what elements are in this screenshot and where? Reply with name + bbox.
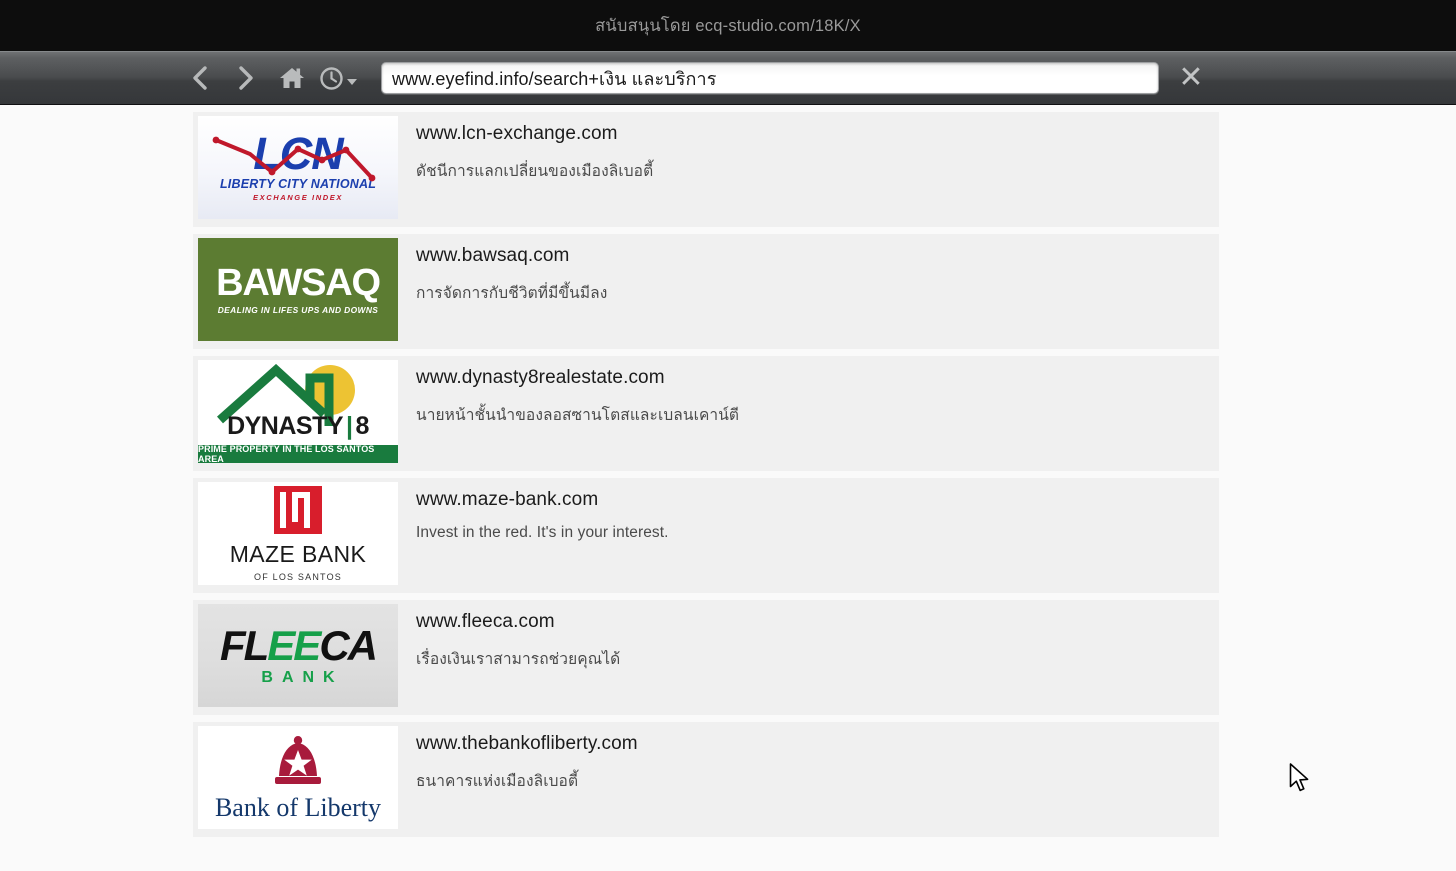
result-text: www.dynasty8realestate.com นายหน้าชั้นนำ…: [416, 356, 739, 427]
bawsaq-tagline: DEALING IN LIFES UPS AND DOWNS: [217, 305, 379, 315]
close-icon: ✕: [1178, 61, 1204, 94]
forward-button[interactable]: [224, 58, 268, 98]
chevron-left-icon: [190, 65, 210, 91]
result-thumbnail-fleeca: FLEECA BANK: [198, 604, 398, 707]
sponsor-bar: สนับสนุนโดย ecq-studio.com/18K/X: [0, 0, 1456, 51]
result-text: www.maze-bank.com Invest in the red. It'…: [416, 478, 669, 542]
result-description: นายหน้าชั้นนำของลอสซานโตสและเบลนเคาน์ตี: [416, 407, 740, 424]
result-description: ธนาคารแห่งเมืองลิเบอตี้: [416, 773, 579, 790]
trend-line-icon: [212, 136, 376, 182]
url-input[interactable]: www.eyefind.info/search+เงิน และบริการ: [392, 64, 717, 93]
result-thumbnail-bawsaq: BAWSAQ DEALING IN LIFES UPS AND DOWNS: [198, 238, 398, 341]
result-thumbnail-bank-of-liberty: Bank of Liberty: [198, 726, 398, 829]
fleeca-tagline: BANK: [261, 668, 344, 686]
result-thumbnail-maze-bank: MAZE BANK OF LOS SANTOS: [198, 482, 398, 585]
result-url[interactable]: www.lcn-exchange.com: [416, 123, 653, 145]
result-text: www.fleeca.com เรื่องเงินเราสามารถช่วยคุ…: [416, 600, 620, 671]
search-results-page: LCN LIBERTY CITY NATIONAL EXCHANGE INDEX…: [0, 105, 1456, 871]
lcn-logo: LCN LIBERTY CITY NATIONAL EXCHANGE INDEX: [198, 116, 398, 219]
result-description: Invest in the red. It's in your interest…: [416, 524, 669, 541]
chevron-down-icon: [347, 78, 357, 85]
home-icon: [279, 65, 305, 91]
back-button[interactable]: [178, 58, 222, 98]
home-button[interactable]: [270, 58, 314, 98]
browser-window: สนับสนุนโดย ecq-studio.com/18K/X www.eye…: [0, 0, 1456, 871]
result-text: www.bawsaq.com การจัดการกับชีวิตที่มีขึ้…: [416, 234, 607, 305]
result-description: การจัดการกับชีวิตที่มีขึ้นมีลง: [416, 285, 608, 302]
result-row[interactable]: MAZE BANK OF LOS SANTOS www.maze-bank.co…: [193, 478, 1219, 593]
maze-bank-wordmark: MAZE BANK: [229, 540, 367, 567]
fleeca-part-3: CA: [319, 621, 378, 669]
result-thumbnail-lcn: LCN LIBERTY CITY NATIONAL EXCHANGE INDEX: [198, 116, 398, 219]
bank-of-liberty-wordmark: Bank of Liberty: [214, 793, 382, 822]
result-description: ดัชนีการแลกเปลี่ยนของเมืองลิเบอตี้: [416, 163, 654, 180]
address-bar[interactable]: www.eyefind.info/search+เงิน และบริการ: [381, 62, 1159, 94]
dynasty8-wordmark: DYNASTY | 8: [227, 412, 370, 440]
result-text: www.thebankofliberty.com ธนาคารแห่งเมือง…: [416, 722, 638, 793]
fleeca-part-2: EE: [267, 621, 321, 669]
bank-of-liberty-logo: Bank of Liberty: [198, 726, 398, 829]
fleeca-part-1: FL: [219, 621, 269, 669]
result-text: www.lcn-exchange.com ดัชนีการแลกเปลี่ยนข…: [416, 112, 653, 183]
clock-icon: [319, 66, 344, 91]
liberty-bell-icon: [275, 736, 321, 784]
result-url[interactable]: www.bawsaq.com: [416, 245, 607, 267]
dynasty8-word: DYNASTY: [227, 412, 344, 440]
browser-toolbar: www.eyefind.info/search+เงิน และบริการ ✕: [0, 51, 1456, 105]
result-thumbnail-dynasty8: DYNASTY | 8 PRIME PROPERTY IN THE LOS SANT…: [198, 360, 398, 463]
maze-mark-icon: [274, 485, 322, 534]
fleeca-wordmark: FLEECA: [219, 621, 378, 669]
result-row[interactable]: BAWSAQ DEALING IN LIFES UPS AND DOWNS ww…: [193, 234, 1219, 349]
bawsaq-wordmark: BAWSAQ: [216, 262, 381, 304]
chevron-right-icon: [236, 65, 256, 91]
bawsaq-logo: BAWSAQ DEALING IN LIFES UPS AND DOWNS: [198, 238, 398, 341]
close-button[interactable]: ✕: [1169, 58, 1213, 98]
result-url[interactable]: www.thebankofliberty.com: [416, 733, 638, 755]
maze-bank-tagline: OF LOS SANTOS: [254, 571, 342, 582]
result-url[interactable]: www.dynasty8realestate.com: [416, 367, 739, 389]
fleeca-logo: FLEECA BANK: [198, 604, 398, 707]
dynasty8-tagline-bar: PRIME PROPERTY IN THE LOS SANTOS AREA: [198, 444, 398, 463]
result-description: เรื่องเงินเราสามารถช่วยคุณได้: [416, 651, 621, 668]
result-row[interactable]: Bank of Liberty www.thebankofliberty.com…: [193, 722, 1219, 837]
result-row[interactable]: FLEECA BANK www.fleeca.com เรื่องเงินเรา…: [193, 600, 1219, 715]
sponsor-text: สนับสนุนโดย ecq-studio.com/18K/X: [595, 16, 861, 35]
navigation-buttons: [178, 58, 360, 98]
result-row[interactable]: DYNASTY | 8 PRIME PROPERTY IN THE LOS SANT…: [193, 356, 1219, 471]
result-url[interactable]: www.maze-bank.com: [416, 489, 669, 511]
result-url[interactable]: www.fleeca.com: [416, 611, 620, 633]
dynasty8-badge: 8: [355, 412, 370, 440]
dynasty8-logo: DYNASTY | 8 PRIME PROPERTY IN THE LOS SANT…: [198, 360, 398, 463]
result-row[interactable]: LCN LIBERTY CITY NATIONAL EXCHANGE INDEX…: [193, 112, 1219, 227]
results-list: LCN LIBERTY CITY NATIONAL EXCHANGE INDEX…: [0, 105, 1456, 837]
history-button[interactable]: [316, 58, 360, 98]
dynasty8-tagline: PRIME PROPERTY IN THE LOS SANTOS AREA: [198, 444, 375, 463]
maze-bank-logo: MAZE BANK OF LOS SANTOS: [198, 482, 398, 585]
